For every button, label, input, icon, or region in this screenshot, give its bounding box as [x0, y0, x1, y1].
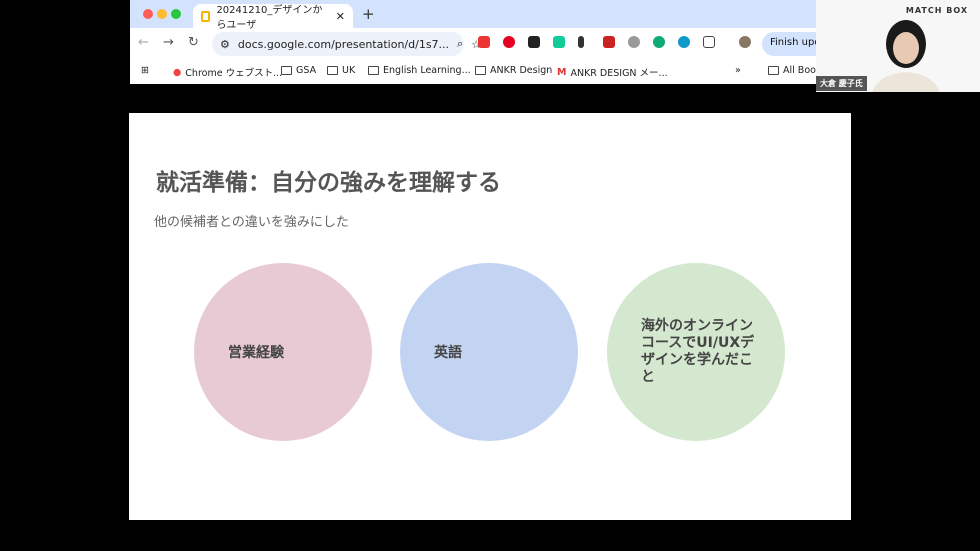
- extensions-puzzle-icon[interactable]: [703, 36, 715, 48]
- bookmark-ankr-gmail[interactable]: M ANKR DESIGN メー...: [557, 65, 668, 80]
- tab-bar: 20241210_デザインからユーザ ✕ +: [130, 0, 816, 31]
- folder-icon: [768, 66, 779, 75]
- maximize-window-button[interactable]: [171, 9, 181, 19]
- extension-icon[interactable]: [628, 36, 640, 48]
- bookmarks-bar: ⊞ ● Chrome ウェブスト... GSA UK English Learni…: [130, 58, 851, 84]
- zoom-icon[interactable]: ⌕: [457, 37, 463, 51]
- slides-icon: [201, 10, 211, 22]
- minimize-window-button[interactable]: [157, 9, 167, 19]
- url-text: docs.google.com/presentation/d/1s7...: [237, 37, 450, 51]
- extension-icon[interactable]: [603, 36, 615, 48]
- toolbar: ← → ↻ ⚙ docs.google.com/presentation/d/1…: [130, 28, 832, 58]
- slide-title: 就活準備：自分の強みを理解する: [156, 170, 501, 196]
- webcam-panel: MATCH BOX 大倉 慶子氏: [816, 0, 980, 92]
- circle-online-course: 海外のオンラインコースでUI/UXデザインを学んだこと: [607, 263, 785, 441]
- tab-slides[interactable]: 20241210_デザインからユーザ ✕: [193, 4, 353, 31]
- extension-icon[interactable]: [478, 36, 490, 48]
- close-window-button[interactable]: [143, 9, 153, 19]
- folder-icon: [327, 66, 338, 75]
- tab-title: 20241210_デザインからユーザ: [216, 5, 323, 31]
- profile-avatar[interactable]: [739, 36, 751, 48]
- browser-window: 20241210_デザインからユーザ ✕ + ← → ↻ ⚙ docs.goog…: [130, 0, 851, 84]
- more-bookmarks-button[interactable]: »: [735, 65, 741, 76]
- back-button[interactable]: ←: [138, 35, 149, 50]
- chrome-icon: ●: [173, 66, 182, 78]
- bookmark-gsa[interactable]: GSA: [281, 65, 316, 76]
- apps-icon[interactable]: ⊞: [141, 65, 149, 76]
- folder-icon: [281, 66, 292, 75]
- folder-icon: [475, 66, 486, 75]
- participant-name: 大倉 慶子氏: [816, 76, 867, 91]
- site-settings-icon[interactable]: ⚙: [220, 38, 230, 51]
- bookmark-uk[interactable]: UK: [327, 65, 355, 76]
- new-tab-button[interactable]: +: [362, 5, 375, 23]
- slide: 就活準備：自分の強みを理解する 他の候補者との違いを強みにした 営業経験 英語 …: [129, 113, 851, 520]
- bookmark-chrome-store[interactable]: ● Chrome ウェブスト...: [173, 65, 282, 80]
- extension-icon[interactable]: [528, 36, 540, 48]
- gmail-icon: M: [557, 66, 567, 78]
- forward-button[interactable]: →: [163, 35, 174, 50]
- participant-video: [872, 20, 940, 92]
- bookmark-english-learning[interactable]: English Learning...: [368, 65, 471, 76]
- extension-icon[interactable]: [553, 36, 565, 48]
- close-tab-icon[interactable]: ✕: [336, 10, 345, 23]
- address-bar[interactable]: ⚙ docs.google.com/presentation/d/1s7... …: [212, 32, 481, 56]
- extension-icon[interactable]: [653, 36, 665, 48]
- folder-icon: [368, 66, 379, 75]
- reload-button[interactable]: ↻: [188, 35, 199, 50]
- bookmark-ankr-design[interactable]: ANKR Design: [475, 65, 552, 76]
- circle-sales-experience: 営業経験: [194, 263, 372, 441]
- matchbox-logo: MATCH BOX: [905, 6, 968, 15]
- circle-english: 英語: [400, 263, 578, 441]
- slide-subtitle: 他の候補者との違いを強みにした: [154, 215, 349, 230]
- extension-icon[interactable]: [678, 36, 690, 48]
- eyedropper-icon[interactable]: [578, 36, 584, 48]
- pinterest-icon[interactable]: [503, 36, 515, 48]
